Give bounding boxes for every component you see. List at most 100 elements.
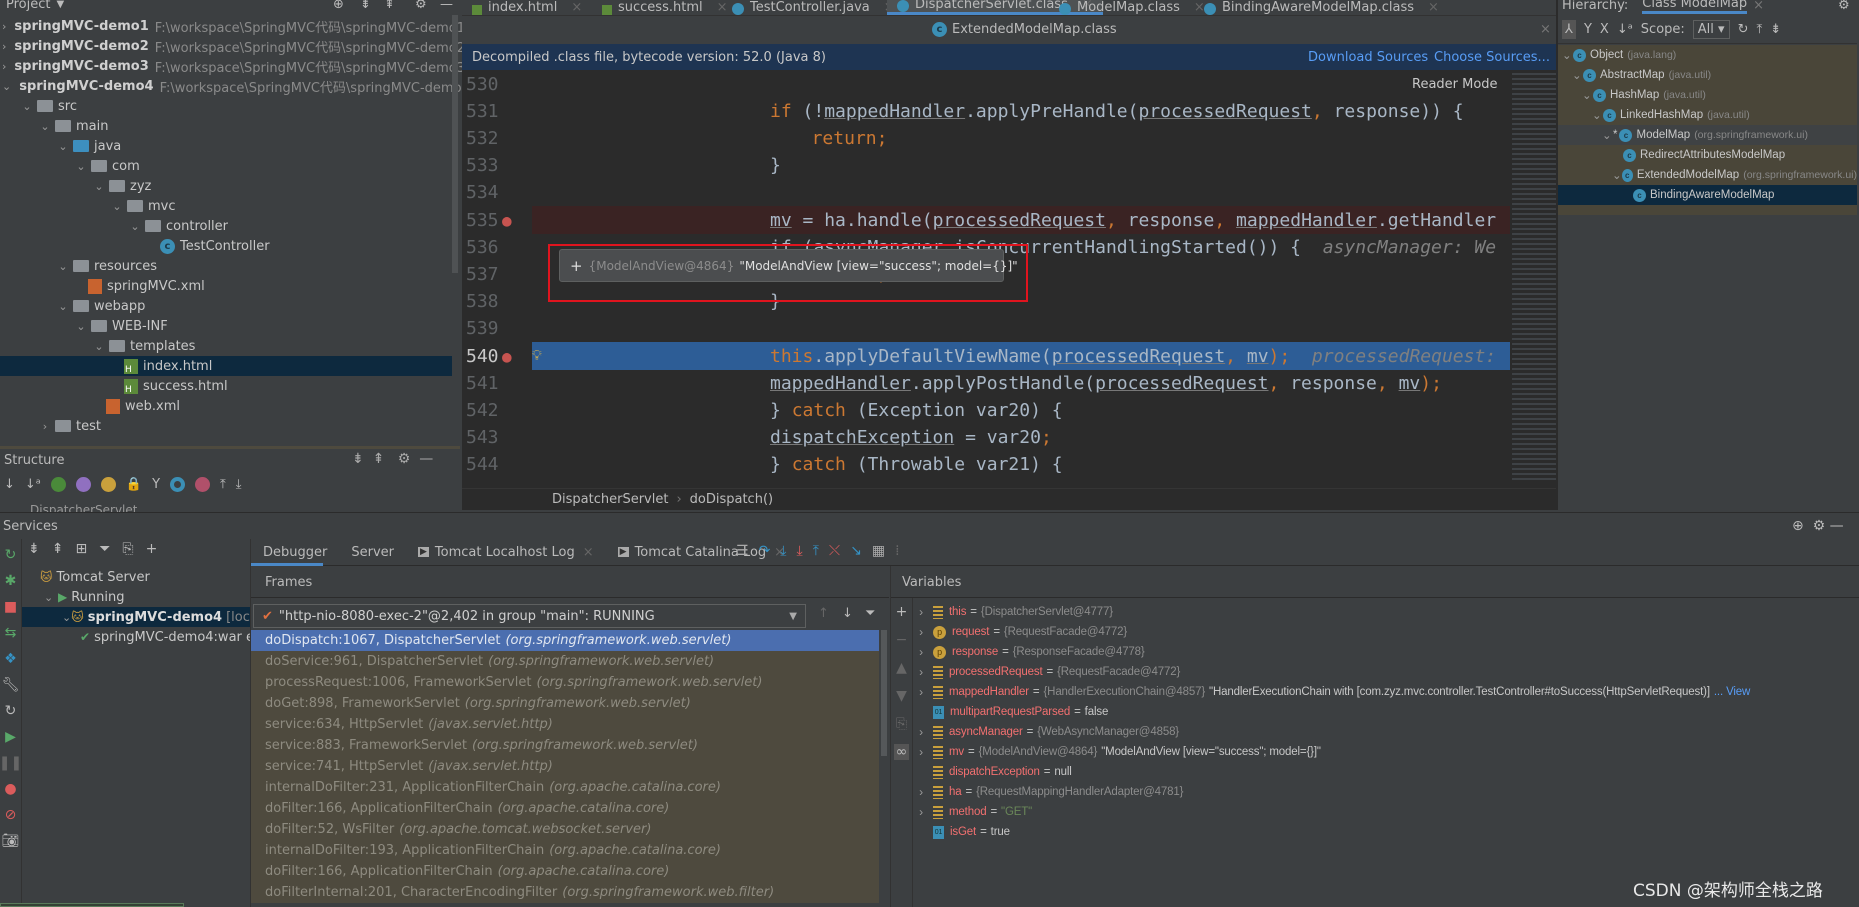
class-hierarchy-icon[interactable]: X [1600, 22, 1609, 37]
chevron-icon[interactable]: ⌄ [56, 140, 70, 153]
project-tree-item[interactable]: springMVC.xml [0, 276, 452, 296]
wrench-icon[interactable]: 🔧︎ [2, 677, 20, 693]
inherited-icon[interactable] [50, 477, 66, 492]
project-tree-item[interactable]: ⌄ resources [0, 256, 452, 276]
frame-item[interactable]: service:883, FrameworkServlet (org.spring… [251, 735, 879, 756]
chevron-icon[interactable]: ⌄ [1572, 68, 1583, 82]
lambda-icon[interactable] [195, 477, 211, 492]
code-line[interactable]: 543 dispatchException = var20; [462, 424, 1510, 452]
minimap-scrollbar[interactable] [1512, 70, 1556, 480]
view-more-link[interactable]: ... View [1714, 686, 1750, 698]
frame-item[interactable]: service:634, HttpServlet (javax.servlet.h… [251, 714, 879, 735]
show-execution-point-icon[interactable]: ☰ [736, 543, 749, 559]
project-module[interactable]: › springMVC-demo1 F:\workspace\SpringMVC代码… [0, 16, 465, 36]
chevron-icon[interactable]: › [2, 40, 6, 53]
chevron-icon[interactable]: ⌄ [128, 220, 142, 233]
services-tree-item[interactable]: ⌄ ▶ Running [22, 587, 250, 607]
editor-tab[interactable]: ModelMap.class × [1049, 0, 1215, 15]
debugger-tab[interactable]: Server [339, 545, 406, 560]
project-tree-item[interactable]: web.xml [0, 396, 452, 416]
debug-icon[interactable]: ✱ [5, 573, 17, 589]
copy-icon[interactable]: ⎘ [896, 716, 907, 732]
variable-item[interactable]: 01 isGet = true [913, 822, 1010, 842]
chevron-icon[interactable]: ⌄ [1562, 48, 1573, 62]
breakpoint-icon[interactable]: ● [502, 347, 532, 366]
code-line[interactable]: 530 [462, 70, 1510, 98]
run-to-cursor-icon[interactable]: ↘ [850, 543, 862, 559]
project-tree-item[interactable]: c TestController [0, 236, 452, 256]
project-tree-item[interactable]: ⌄ templates [0, 336, 452, 356]
chevron-icon[interactable]: › [913, 785, 929, 799]
frame-item[interactable]: doService:961, DispatcherServlet (org.spr… [251, 651, 879, 672]
drop-frame-icon[interactable]: ⤬ [829, 543, 840, 559]
close-icon[interactable]: × [1753, 0, 1764, 13]
breadcrumb-class[interactable]: DispatcherServlet [552, 492, 668, 507]
chevron-icon[interactable]: › [913, 625, 929, 639]
minimize-icon[interactable]: — [440, 0, 453, 12]
gear-icon[interactable]: ⚙ [1838, 0, 1850, 13]
frame-item[interactable]: doFilter:52, WsFilter (org.apache.tomcat.… [251, 819, 879, 840]
code-line[interactable]: 534 [462, 179, 1510, 207]
hierarchy-item[interactable]: ⌄ c AbstractMap (java.util) [1558, 65, 1857, 85]
pause-icon[interactable]: ❚❚ [0, 755, 22, 771]
project-module[interactable]: › springMVC-demo3 F:\workspace\SpringMVC代码… [0, 56, 465, 76]
mute-breakpoints-icon[interactable]: ⊘ [5, 807, 17, 823]
variable-item[interactable]: 01 multipartRequestParsed = false [913, 702, 1108, 722]
project-tree-item[interactable]: ⌄ WEB-INF [0, 316, 452, 336]
gear-icon[interactable]: ⚙ [398, 451, 411, 467]
chevron-icon[interactable]: › [913, 725, 929, 739]
close-icon[interactable]: × [1540, 22, 1551, 37]
subtab-extendedmodelmap[interactable]: c ExtendedModelMap.class [932, 22, 1117, 37]
chevron-icon[interactable]: ⌄ [92, 340, 106, 353]
frame-item[interactable]: internalDoFilter:231, ApplicationFilterC… [251, 777, 879, 798]
hierarchy-item[interactable]: ⌄ c ExtendedModelMap (org.springframework.u… [1558, 165, 1857, 185]
fields-icon[interactable] [100, 477, 116, 492]
frame-item[interactable]: processRequest:1006, FrameworkServlet (or… [251, 672, 879, 693]
previous-frame-icon[interactable]: ↑ [818, 606, 829, 621]
force-step-into-icon[interactable]: ⤓ [797, 543, 803, 559]
scope-select[interactable]: All ▾ [1692, 20, 1730, 39]
project-tree-item[interactable]: Hsuccess.html [0, 376, 452, 396]
project-module[interactable]: › springMVC-demo2 F:\workspace\SpringMVC代码… [0, 36, 465, 56]
filter-icon[interactable]: ⏷ [99, 541, 110, 557]
variable-item[interactable]: › ha = {RequestMappingHandlerAdapter@4781} [913, 782, 1187, 802]
chevron-icon[interactable]: ⌄ [74, 160, 88, 173]
collapse-all-icon[interactable]: ⇞ [52, 541, 64, 557]
chevron-icon[interactable]: ⌄ [2, 80, 11, 93]
stop-icon[interactable]: ■ [4, 599, 17, 615]
editor-tab[interactable]: BindingAwareModelMap.class × [1194, 0, 1449, 15]
variable-item[interactable]: › processedRequest = {RequestFacade@4772} [913, 662, 1184, 682]
close-icon[interactable]: × [1428, 0, 1439, 15]
code-line[interactable]: 540 ● 💡︎ this .applyDefaultViewName(processe… [462, 342, 1510, 370]
close-icon[interactable]: × [571, 0, 582, 15]
chevron-icon[interactable]: ⌄ [56, 300, 70, 313]
trace-icon[interactable]: ⁞ [895, 543, 899, 559]
locate-icon[interactable]: ⊕ [1792, 518, 1804, 534]
code-line[interactable]: 542} catch (Exception var20) { [462, 396, 1510, 424]
expand-all-icon[interactable]: ⇟ [1770, 22, 1781, 37]
expand-all-icon[interactable]: ⇟ [28, 541, 40, 557]
hierarchy-tab[interactable]: Class ModelMap [1642, 0, 1748, 14]
expand-plus-icon[interactable]: + [570, 257, 583, 275]
project-scrollbar[interactable] [452, 15, 458, 273]
project-tree-item[interactable]: ⌄ src [0, 96, 452, 116]
chevron-icon[interactable]: ⌄ [62, 611, 71, 624]
hierarchy-item[interactable]: ⌄ c Object (java.lang) [1558, 45, 1857, 65]
chevron-icon[interactable]: ⌄ [92, 180, 106, 193]
chevron-icon[interactable]: ⌄ [1612, 168, 1622, 182]
choose-sources-link[interactable]: Choose Sources... [1434, 50, 1550, 65]
chevron-icon[interactable]: ⌄ [1592, 108, 1603, 122]
collapse-all-icon[interactable]: ⇞ [373, 451, 385, 467]
properties-icon[interactable] [75, 477, 91, 492]
frame-item[interactable]: doFilter:166, ApplicationFilterChain (org… [251, 861, 879, 882]
frame-item[interactable]: doFilter:166, ApplicationFilterChain (org… [251, 798, 879, 819]
chevron-icon[interactable]: ⌄ [1582, 88, 1593, 102]
variable-item[interactable]: › mappedHandler = {HandlerExecutionChain@48… [913, 682, 1750, 702]
chevron-icon[interactable]: ⌄ [74, 320, 88, 333]
variable-item[interactable]: › this = {DispatcherServlet@4777} [913, 602, 1117, 622]
chevron-icon[interactable]: › [2, 60, 6, 73]
move-up-icon[interactable]: ▲ [896, 660, 907, 676]
artifacts-icon[interactable]: ❖ [4, 651, 17, 667]
variable-item[interactable]: › method = "GET" [913, 802, 1032, 822]
project-tree-item[interactable]: Hindex.html [0, 356, 452, 376]
